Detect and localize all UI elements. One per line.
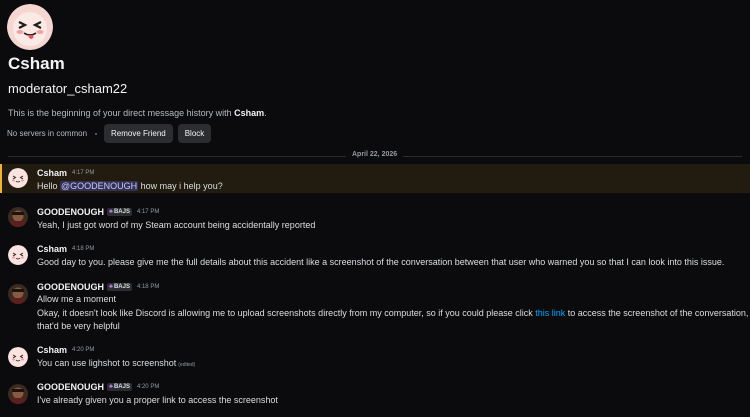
message-header: GOODENOUGH ♣ BAJS 4:20 PM bbox=[37, 382, 159, 392]
message-text-post: how may i help you? bbox=[138, 181, 223, 191]
mushroom-icon: ♣ bbox=[109, 384, 113, 390]
message-text-pre: Okay, it doesn't look like Discord is al… bbox=[37, 308, 536, 318]
message-time[interactable]: 4:18 PM bbox=[137, 284, 159, 290]
remove-friend-button[interactable]: Remove Friend bbox=[104, 124, 173, 143]
dm-intro-text: This is the beginning of your direct mes… bbox=[8, 108, 267, 118]
message-row[interactable]: Csham 4:20 PM You can use lighshot to sc… bbox=[0, 343, 750, 373]
avatar-csham[interactable] bbox=[8, 245, 28, 265]
avatar-csham[interactable] bbox=[8, 347, 28, 367]
block-button[interactable]: Block bbox=[177, 124, 212, 143]
message-header: Csham 4:20 PM bbox=[37, 345, 94, 355]
date-divider: April 22, 2026 bbox=[346, 151, 404, 158]
avatar-goodenough[interactable] bbox=[8, 207, 28, 227]
mushroom-icon: ♣ bbox=[109, 284, 113, 290]
dm-header: Csham moderator_csham22 This is the begi… bbox=[0, 0, 750, 150]
no-servers-text: No servers in common bbox=[7, 129, 88, 138]
message-text: Good day to you. please give me the full… bbox=[37, 257, 725, 267]
separator-dot bbox=[95, 132, 98, 135]
profile-username: moderator_csham22 bbox=[8, 81, 128, 96]
intro-name: Csham bbox=[234, 108, 265, 118]
message-header: Csham 4:18 PM bbox=[37, 244, 94, 254]
avatar-goodenough[interactable] bbox=[8, 384, 28, 404]
message-text: Hello @GOODENOUGH how may i help you? bbox=[37, 181, 223, 191]
message-time[interactable]: 4:18 PM bbox=[72, 246, 94, 252]
message-row[interactable]: GOODENOUGH ♣ BAJS 4:20 PM I've already gi… bbox=[0, 380, 750, 410]
server-tag-label: BAJS bbox=[113, 384, 130, 390]
message-text: Yeah, I just got word of my Steam accoun… bbox=[37, 220, 316, 230]
message-text: Allow me a moment bbox=[37, 294, 117, 304]
message-text: that'd be very helpful bbox=[37, 321, 120, 331]
message-row[interactable]: GOODENOUGH ♣ BAJS 4:18 PM Allow me a mome… bbox=[0, 280, 750, 336]
message-time[interactable]: 4:20 PM bbox=[137, 384, 159, 390]
server-tag[interactable]: ♣ BAJS bbox=[107, 383, 132, 391]
intro-prefix: This is the beginning of your direct mes… bbox=[8, 108, 235, 118]
profile-avatar[interactable] bbox=[7, 4, 53, 50]
message-text-pre: Hello bbox=[37, 181, 61, 191]
author-name[interactable]: Csham bbox=[37, 244, 67, 254]
author-name[interactable]: GOODENOUGH bbox=[37, 282, 104, 292]
message-link[interactable]: this link bbox=[535, 308, 565, 318]
message-text-post: to access the screenshot of the conversa… bbox=[565, 308, 749, 318]
message-row[interactable]: Csham 4:17 PM Hello @GOODENOUGH how may … bbox=[0, 164, 750, 193]
profile-display-name: Csham bbox=[8, 54, 65, 73]
intro-suffix: . bbox=[264, 108, 267, 118]
message-text: Okay, it doesn't look like Discord is al… bbox=[37, 308, 748, 318]
message-text: I've already given you a proper link to … bbox=[37, 395, 278, 405]
message-time[interactable]: 4:17 PM bbox=[137, 209, 159, 215]
author-name[interactable]: GOODENOUGH bbox=[37, 207, 104, 217]
avatar-goodenough[interactable] bbox=[8, 284, 28, 304]
message-header: GOODENOUGH ♣ BAJS 4:18 PM bbox=[37, 282, 159, 292]
message-text: You can use lighshot to screenshot (edite… bbox=[37, 358, 195, 368]
server-tag-label: BAJS bbox=[113, 209, 130, 215]
author-name[interactable]: Csham bbox=[37, 168, 67, 178]
server-tag[interactable]: ♣ BAJS bbox=[107, 283, 132, 291]
message-time[interactable]: 4:17 PM bbox=[72, 170, 94, 176]
profile-actions: No servers in common Remove Friend Block bbox=[7, 124, 216, 143]
author-name[interactable]: GOODENOUGH bbox=[37, 382, 104, 392]
avatar-csham[interactable] bbox=[8, 168, 28, 188]
server-tag[interactable]: ♣ BAJS bbox=[107, 208, 132, 216]
message-text-body: You can use lighshot to screenshot bbox=[37, 358, 177, 368]
edited-label: (edited) bbox=[178, 362, 196, 368]
message-header: Csham 4:17 PM bbox=[37, 168, 94, 178]
author-name[interactable]: Csham bbox=[37, 345, 67, 355]
mushroom-icon: ♣ bbox=[109, 209, 113, 215]
message-time[interactable]: 4:20 PM bbox=[72, 347, 94, 353]
message-header: GOODENOUGH ♣ BAJS 4:17 PM bbox=[37, 207, 159, 217]
server-tag-label: BAJS bbox=[113, 284, 130, 290]
user-mention[interactable]: @GOODENOUGH bbox=[60, 181, 139, 191]
message-row[interactable]: Csham 4:18 PM Good day to you. please gi… bbox=[0, 242, 750, 272]
message-row[interactable]: GOODENOUGH ♣ BAJS 4:17 PM Yeah, I just go… bbox=[0, 203, 750, 233]
